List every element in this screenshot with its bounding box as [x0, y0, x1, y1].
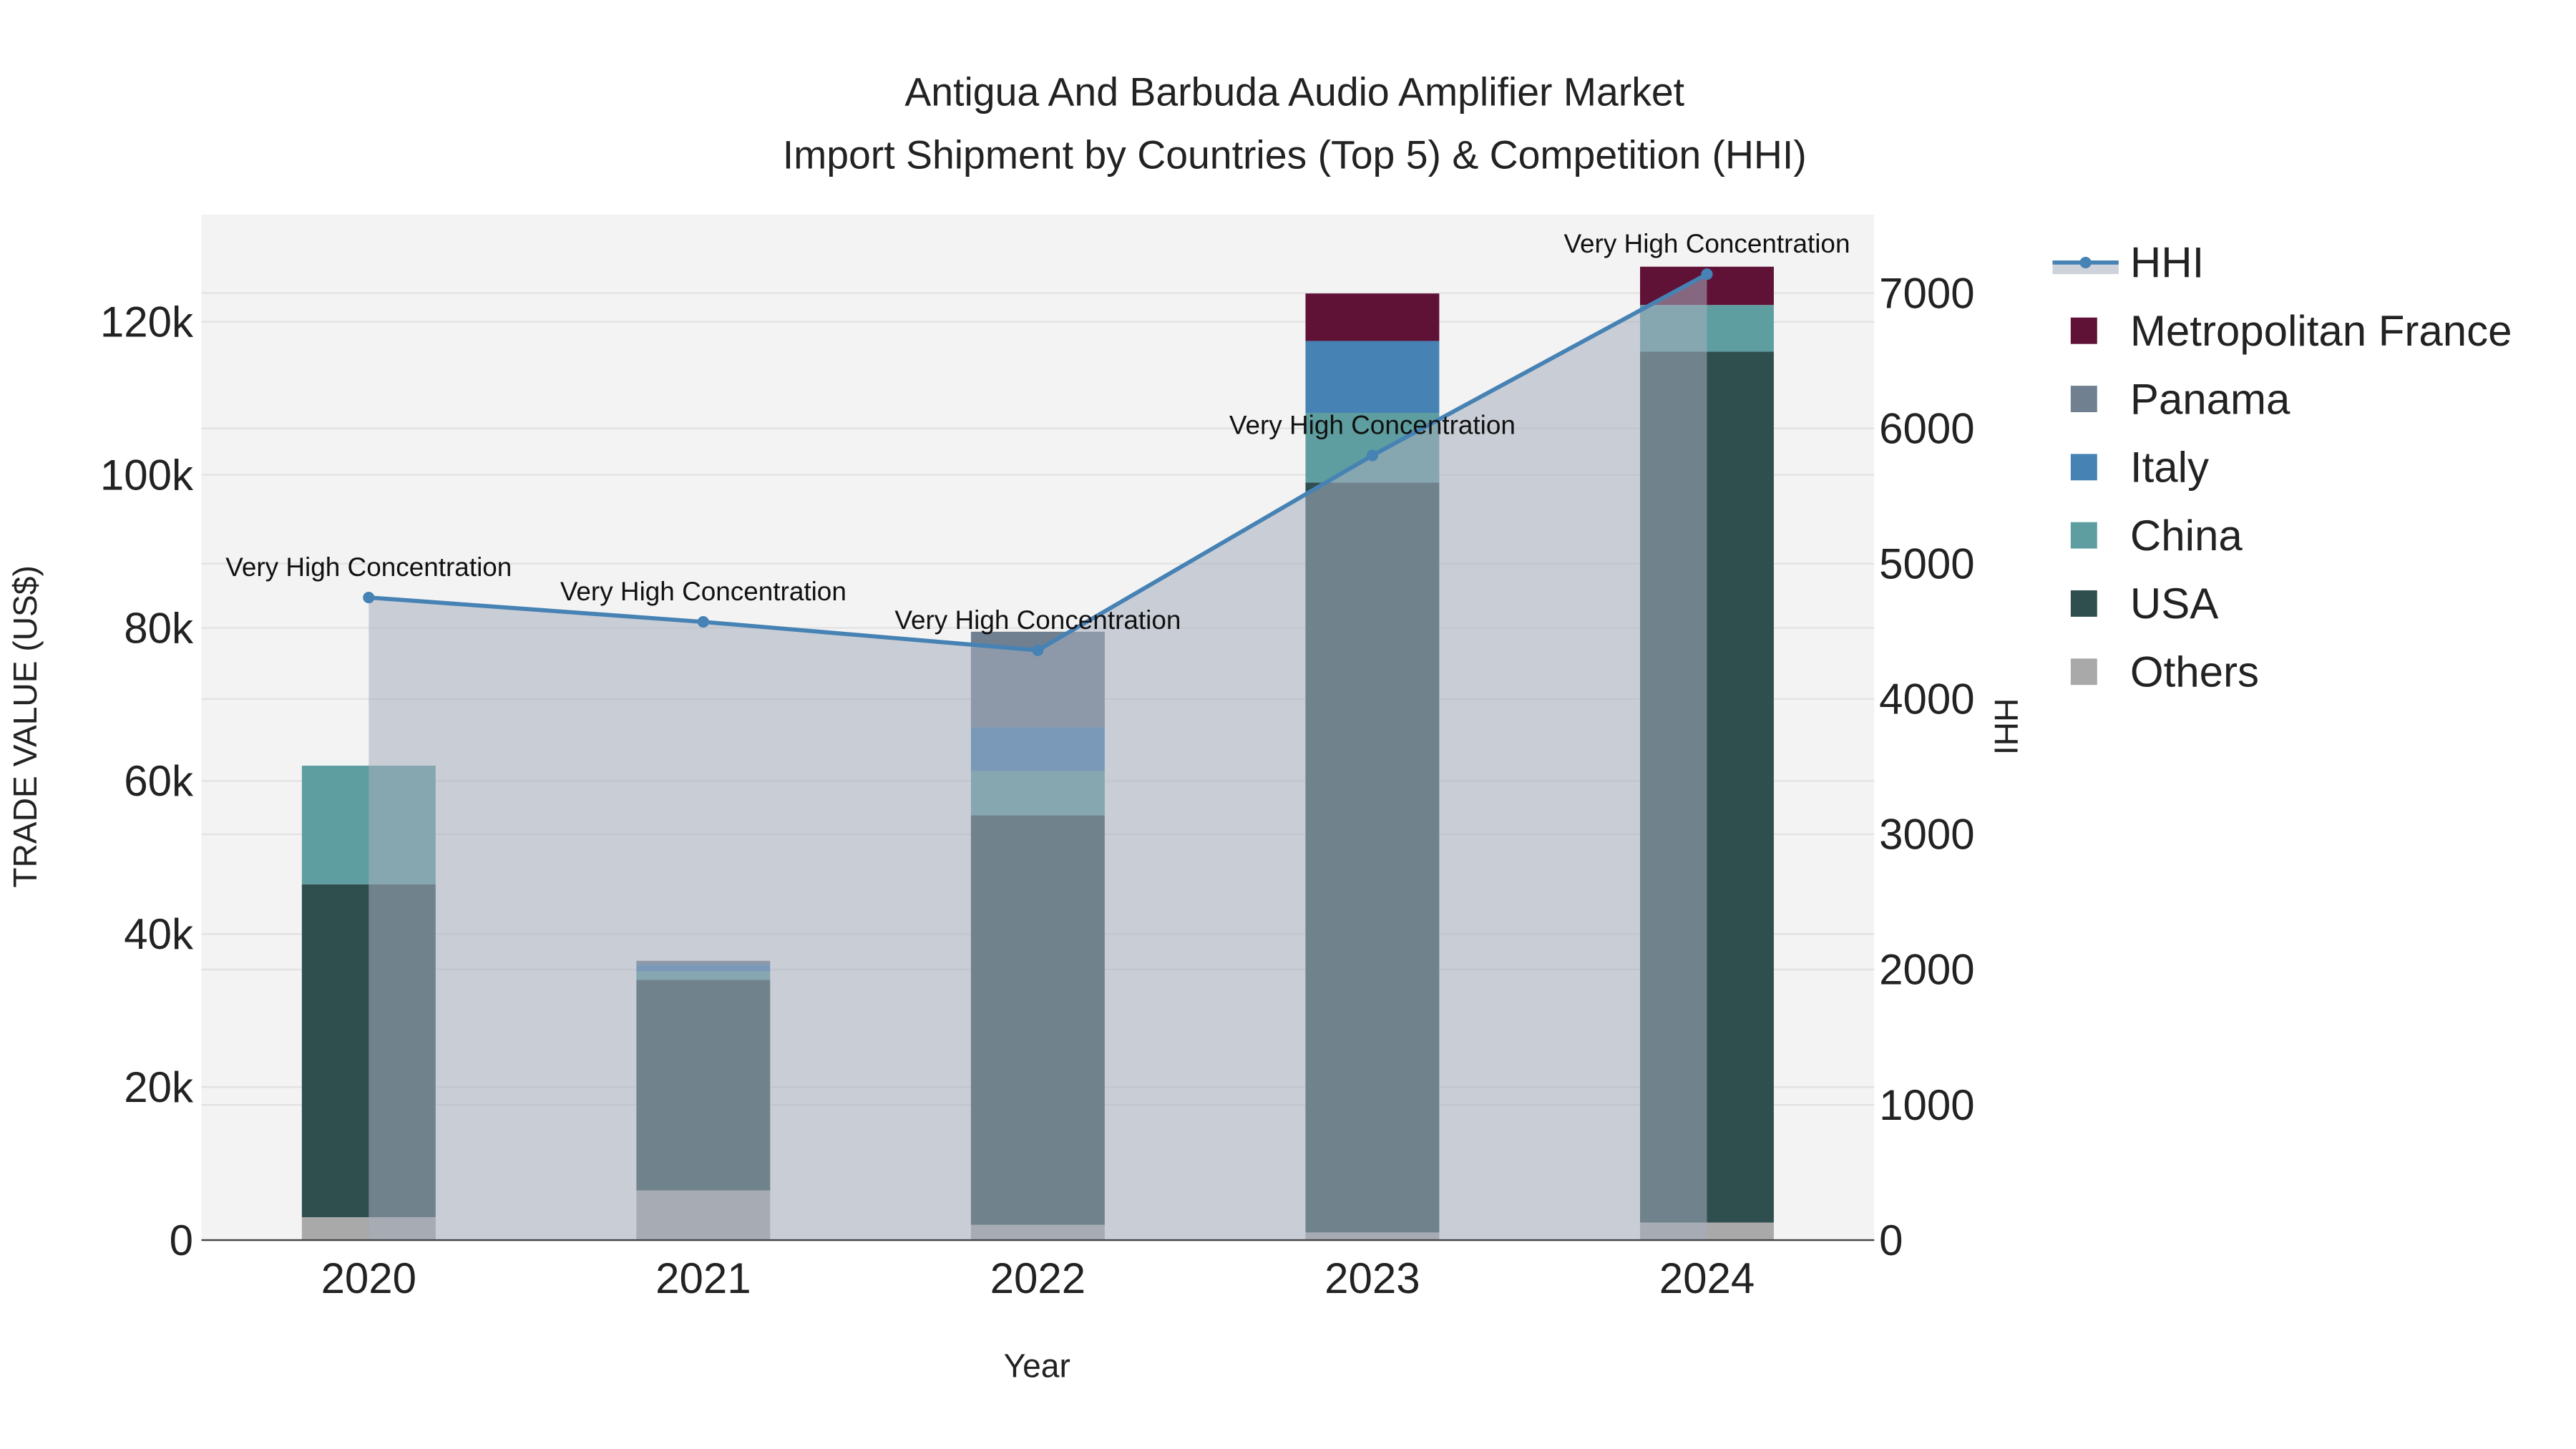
legend-item-panama[interactable]: Panama: [2130, 375, 2290, 423]
y-axis-title: TRADE VALUE (US$): [6, 565, 44, 887]
y-tick-label: 40k: [124, 910, 194, 958]
legend-item-italy[interactable]: Italy: [2130, 444, 2209, 492]
x-tick-label: 2021: [655, 1254, 751, 1302]
y2-tick-label: 6000: [1879, 404, 1974, 452]
y2-tick-label: 7000: [1879, 269, 1974, 317]
chart-title-line2: Import Shipment by Countries (Top 5) & C…: [783, 132, 1807, 177]
legend-item-china[interactable]: China: [2130, 512, 2243, 560]
y-tick-label: 20k: [124, 1063, 194, 1111]
bar-italy-2023[interactable]: [1305, 341, 1440, 413]
x-axis-title: Year: [1004, 1347, 1070, 1385]
y2-tick-label: 2000: [1879, 946, 1974, 994]
y2-tick-label: 5000: [1879, 540, 1974, 588]
y2-tick-label: 0: [1879, 1216, 1903, 1264]
legend-swatch-metropolitan-france: [2070, 317, 2097, 344]
hhi-annotation: Very High Concentration: [1229, 411, 1516, 440]
legend-swatch-others: [2070, 658, 2097, 686]
y2-axis-title: HHI: [1988, 698, 2025, 755]
y2-tick-label: 1000: [1879, 1081, 1974, 1129]
legend-item-hhi[interactable]: HHI: [2130, 239, 2204, 287]
legend-hhi-marker: [2079, 256, 2092, 268]
hhi-annotation: Very High Concentration: [1563, 229, 1850, 258]
hhi-annotation: Very High Concentration: [560, 577, 847, 606]
hhi-annotation: Very High Concentration: [225, 552, 512, 582]
hhi-annotation: Very High Concentration: [894, 605, 1181, 635]
legend: HHI Metropolitan France Panama Italy China US…: [2052, 239, 2512, 696]
hhi-point-2022[interactable]: [1032, 644, 1044, 656]
legend-item-usa[interactable]: USA: [2130, 580, 2218, 628]
bar-metropolitan-france-2023[interactable]: [1305, 293, 1440, 341]
hhi-point-2024[interactable]: [1701, 268, 1713, 280]
legend-swatch-panama: [2070, 386, 2097, 412]
y-tick-label: 120k: [100, 298, 194, 346]
x-tick-label: 2020: [321, 1254, 416, 1302]
y-tick-label: 100k: [100, 451, 194, 499]
hhi-point-2020[interactable]: [363, 591, 375, 604]
legend-swatch-china: [2070, 522, 2097, 549]
y2-tick-label: 4000: [1879, 675, 1974, 723]
y2-tick-label: 3000: [1879, 811, 1974, 859]
x-tick-label: 2024: [1659, 1254, 1755, 1302]
legend-swatch-usa: [2070, 590, 2097, 617]
legend-swatch-italy: [2070, 454, 2097, 481]
y-tick-label: 80k: [124, 604, 194, 652]
x-tick-label: 2023: [1324, 1254, 1420, 1302]
chart: Very High Concentration Very High Concent…: [6, 70, 2512, 1385]
legend-item-others[interactable]: Others: [2130, 648, 2259, 696]
hhi-point-2023[interactable]: [1366, 449, 1378, 462]
x-tick-label: 2022: [990, 1254, 1085, 1302]
y-tick-label: 0: [170, 1216, 193, 1264]
chart-title-line1: Antigua And Barbuda Audio Amplifier Mark…: [904, 70, 1684, 114]
y-tick-label: 60k: [124, 757, 194, 805]
hhi-point-2021[interactable]: [697, 615, 709, 628]
legend-item-metropolitan-france[interactable]: Metropolitan France: [2130, 307, 2512, 355]
